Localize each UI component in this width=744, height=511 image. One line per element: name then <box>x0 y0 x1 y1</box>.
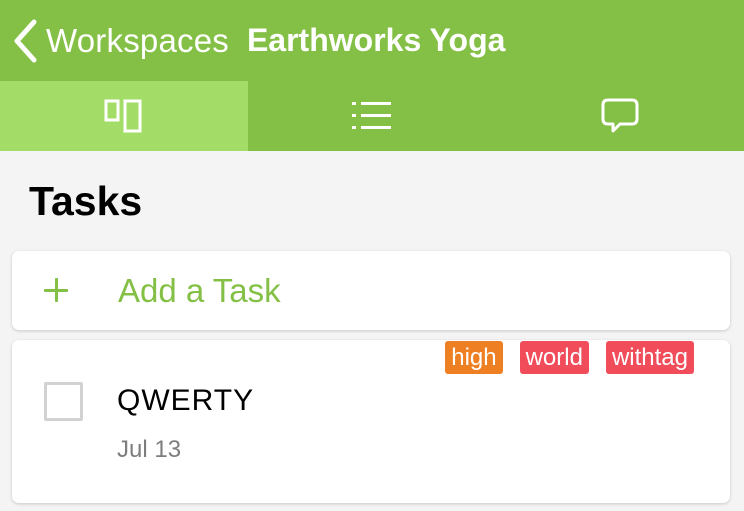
back-label: Workspaces <box>46 21 229 59</box>
task-card[interactable]: QWERTY Jul 13 high world withtag <box>12 340 730 503</box>
task-tags: high world withtag <box>428 341 694 374</box>
tag-badge: withtag <box>605 341 694 374</box>
tab-board[interactable] <box>0 81 248 151</box>
chat-bubble-icon <box>600 97 640 135</box>
app-screen: Workspaces Earthworks Yoga Tasks Add a T… <box>0 0 744 511</box>
tab-list[interactable] <box>248 81 496 151</box>
task-due-date: Jul 13 <box>117 436 182 463</box>
add-task-button[interactable]: Add a Task <box>12 251 730 330</box>
board-icon <box>104 98 144 134</box>
tag-badge: world <box>519 341 589 374</box>
task-checkbox[interactable] <box>44 382 83 421</box>
view-tab-bar <box>0 81 744 151</box>
tab-chat[interactable] <box>496 81 744 151</box>
plus-icon <box>44 277 72 305</box>
task-title: QWERTY <box>117 384 255 417</box>
tag-badge: high <box>445 341 503 374</box>
chevron-left-icon <box>12 19 38 63</box>
back-button[interactable]: Workspaces <box>12 19 229 63</box>
navigation-bar: Workspaces Earthworks Yoga <box>0 0 744 81</box>
page-title: Earthworks Yoga <box>246 22 506 58</box>
section-title: Tasks <box>29 178 143 224</box>
list-icon <box>351 99 393 133</box>
add-task-label: Add a Task <box>118 271 281 309</box>
